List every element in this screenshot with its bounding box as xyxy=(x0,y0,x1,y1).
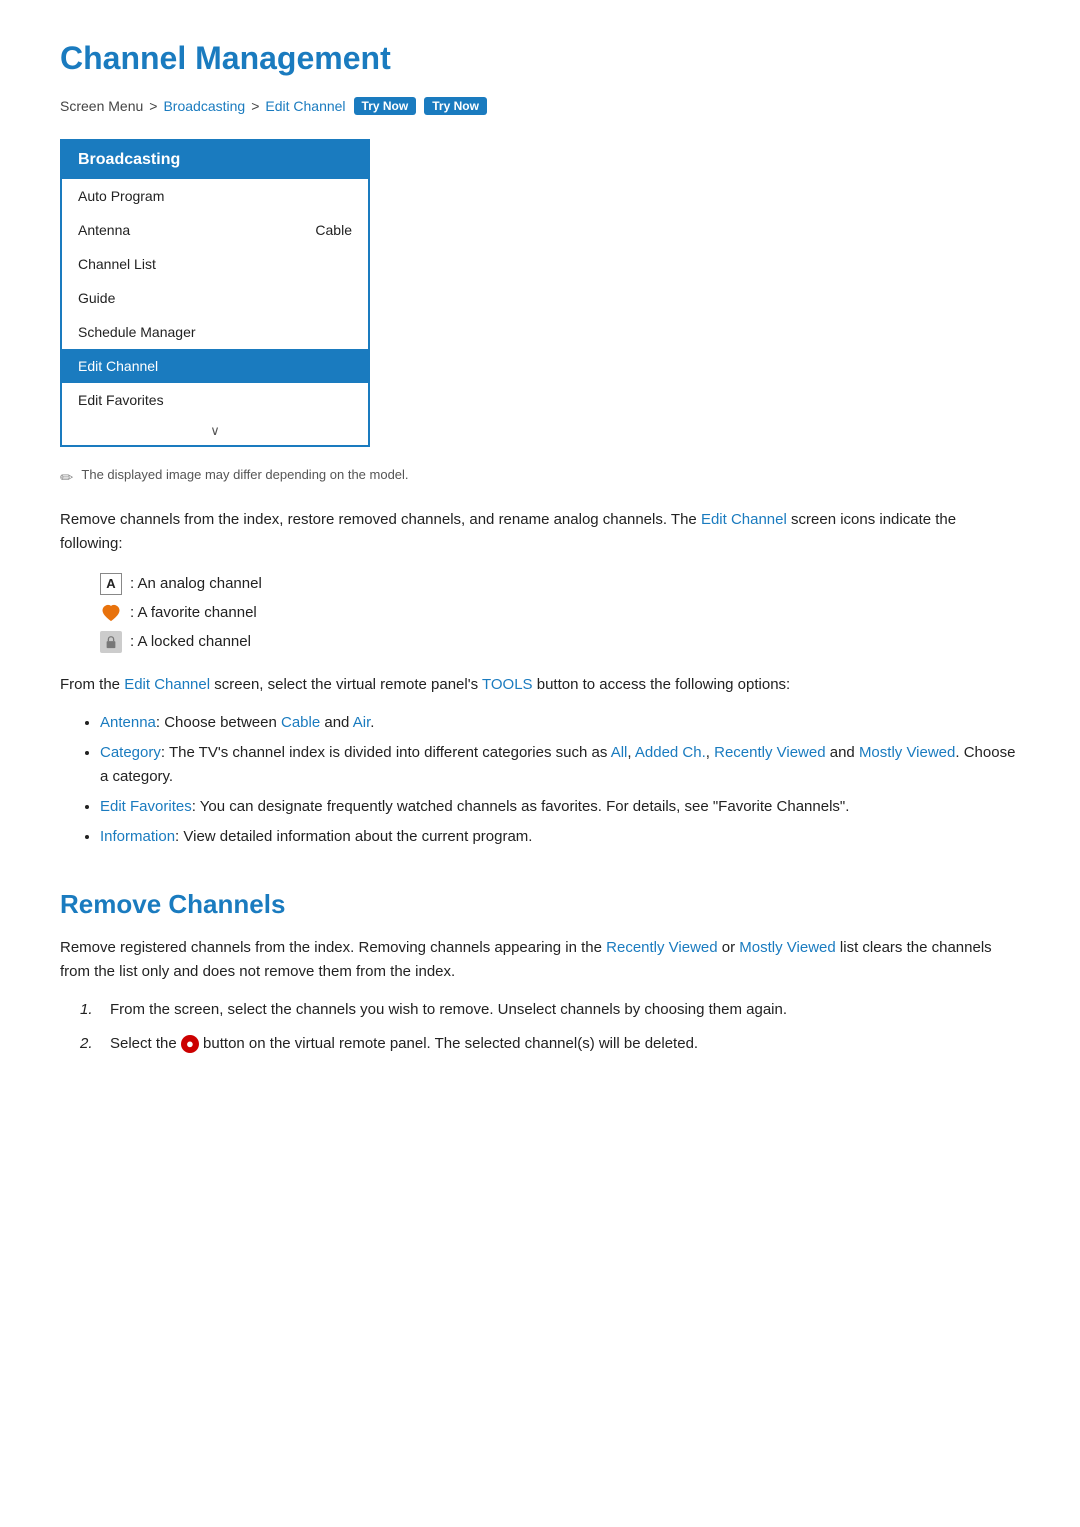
menu-item-edit-channel[interactable]: Edit Channel xyxy=(62,349,368,383)
option-antenna: Antenna: Choose between Cable and Air. xyxy=(100,711,1020,735)
option-information-link[interactable]: Information xyxy=(100,828,175,845)
analog-icon: A xyxy=(100,573,122,595)
menu-item-antenna[interactable]: Antenna Cable xyxy=(62,213,368,247)
option-category-link[interactable]: Category xyxy=(100,744,161,761)
menu-item-edit-favorites[interactable]: Edit Favorites xyxy=(62,383,368,417)
section2-title: Remove Channels xyxy=(60,889,1020,920)
remove-step-1: 1. From the screen, select the channels … xyxy=(80,998,1020,1022)
analog-label: : An analog channel xyxy=(130,570,262,597)
icon-list-item-favorite: : A favorite channel xyxy=(100,599,1020,626)
icon-list-item-analog: A : An analog channel xyxy=(100,570,1020,597)
remove-steps-list: 1. From the screen, select the channels … xyxy=(80,998,1020,1056)
remove-mostly-viewed-link[interactable]: Mostly Viewed xyxy=(739,939,835,956)
note-text: The displayed image may differ depending… xyxy=(81,467,408,482)
menu-item-antenna-label: Antenna xyxy=(78,222,130,238)
icon-list: A : An analog channel : A favorite chann… xyxy=(100,570,1020,655)
intro-edit-channel-link[interactable]: Edit Channel xyxy=(701,511,787,528)
menu-item-antenna-value: Cable xyxy=(315,222,352,238)
favorite-icon xyxy=(100,602,122,624)
menu-item-channel-list[interactable]: Channel List xyxy=(62,247,368,281)
option-air-link[interactable]: Air xyxy=(353,714,371,731)
bc-sep-2: > xyxy=(251,98,259,114)
step-2-text: Select the ● button on the virtual remot… xyxy=(110,1032,698,1056)
option-mostly-viewed-link[interactable]: Mostly Viewed xyxy=(859,744,955,761)
lock-icon xyxy=(100,631,122,653)
option-edit-favorites-link[interactable]: Edit Favorites xyxy=(100,798,192,815)
icon-list-item-locked: : A locked channel xyxy=(100,628,1020,655)
option-all-link[interactable]: All xyxy=(611,744,628,761)
option-category: Category: The TV's channel index is divi… xyxy=(100,741,1020,789)
bc-edit-channel[interactable]: Edit Channel xyxy=(265,98,345,114)
step-num-1: 1. xyxy=(80,998,100,1022)
menu-header: Broadcasting xyxy=(62,141,368,179)
option-edit-favorites: Edit Favorites: You can designate freque… xyxy=(100,795,1020,819)
bc-broadcasting[interactable]: Broadcasting xyxy=(163,98,245,114)
intro-paragraph: Remove channels from the index, restore … xyxy=(60,508,1020,556)
option-information: Information: View detailed information a… xyxy=(100,825,1020,849)
option-cable-link[interactable]: Cable xyxy=(281,714,320,731)
menu-item-guide[interactable]: Guide xyxy=(62,281,368,315)
step-1-text: From the screen, select the channels you… xyxy=(110,998,787,1022)
menu-chevron: ∨ xyxy=(62,417,368,445)
broadcasting-menu: Broadcasting Auto Program Antenna Cable … xyxy=(60,139,370,447)
tools-paragraph: From the Edit Channel screen, select the… xyxy=(60,673,1020,697)
step-num-2: 2. xyxy=(80,1032,100,1056)
remove-intro-text: Remove registered channels from the inde… xyxy=(60,936,1020,984)
option-recently-viewed-link[interactable]: Recently Viewed xyxy=(714,744,825,761)
bc-sep-1: > xyxy=(149,98,157,114)
option-antenna-link[interactable]: Antenna xyxy=(100,714,156,731)
remove-recently-viewed-link[interactable]: Recently Viewed xyxy=(606,939,717,956)
remove-step-2: 2. Select the ● button on the virtual re… xyxy=(80,1032,1020,1056)
red-g-button[interactable]: ● xyxy=(181,1035,199,1053)
menu-item-schedule-manager[interactable]: Schedule Manager xyxy=(62,315,368,349)
note-line: ✏ The displayed image may differ dependi… xyxy=(60,467,1020,488)
page-title: Channel Management xyxy=(60,40,1020,77)
favorite-label: : A favorite channel xyxy=(130,599,257,626)
tools-edit-channel-link[interactable]: Edit Channel xyxy=(124,676,210,693)
bc-screen-menu: Screen Menu xyxy=(60,98,143,114)
pencil-icon: ✏ xyxy=(60,468,73,488)
try-now-badge-2[interactable]: Try Now xyxy=(424,97,487,115)
tools-link[interactable]: TOOLS xyxy=(482,676,533,693)
try-now-badge-1[interactable]: Try Now xyxy=(354,97,417,115)
breadcrumb: Screen Menu > Broadcasting > Edit Channe… xyxy=(60,97,1020,115)
lock-label: : A locked channel xyxy=(130,628,251,655)
options-list: Antenna: Choose between Cable and Air. C… xyxy=(100,711,1020,849)
menu-item-auto-program[interactable]: Auto Program xyxy=(62,179,368,213)
option-added-ch-link[interactable]: Added Ch. xyxy=(635,744,706,761)
